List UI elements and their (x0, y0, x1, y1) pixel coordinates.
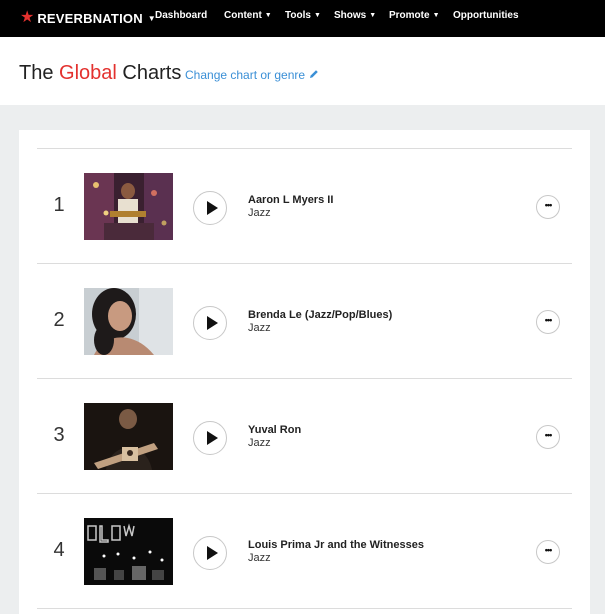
artist-thumbnail[interactable] (84, 403, 173, 470)
play-button[interactable] (193, 306, 227, 340)
ellipsis-icon: ••• (544, 545, 553, 555)
nav-item-label: Content (224, 10, 262, 21)
rank-number: 4 (53, 539, 65, 561)
ellipsis-icon: ••• (544, 200, 553, 210)
play-button[interactable] (193, 191, 227, 225)
change-chart-link[interactable]: Change chart or genre (185, 68, 319, 82)
brand-name: REVERBNATION (37, 10, 143, 26)
divider (37, 608, 572, 609)
chart-row: 1 Aaron L Myers II Jazz ••• (19, 148, 590, 263)
page-title: The Global Charts (19, 62, 181, 85)
nav-item-shows[interactable]: Shows ▼ (334, 10, 376, 21)
more-options-button[interactable]: ••• (536, 195, 560, 219)
chart-row: 4 Louis Prima Jr and the Witnesses Jazz … (19, 493, 590, 608)
artist-name[interactable]: Brenda Le (Jazz/Pop/Blues) (248, 309, 392, 321)
rank-number: 1 (53, 194, 65, 216)
ellipsis-icon: ••• (544, 430, 553, 440)
more-options-button[interactable]: ••• (536, 540, 560, 564)
more-options-button[interactable]: ••• (536, 425, 560, 449)
star-icon: ★ (20, 9, 35, 26)
brand-logo-menu[interactable]: ★ REVERBNATION ▼ (20, 9, 156, 27)
top-navigation-bar: ★ REVERBNATION ▼ Dashboard Content ▼ Too… (0, 0, 605, 37)
artist-thumbnail[interactable] (84, 173, 173, 240)
artist-thumbnail[interactable] (84, 518, 173, 585)
nav-item-label: Dashboard (155, 10, 208, 21)
play-button[interactable] (193, 421, 227, 455)
artist-name[interactable]: Yuval Ron (248, 424, 301, 436)
artist-genre: Jazz (248, 322, 271, 334)
rank-number: 2 (53, 309, 65, 331)
title-prefix: The (19, 62, 54, 84)
rank-number: 3 (53, 424, 65, 446)
nav-item-opportunities[interactable]: Opportunities (453, 10, 519, 21)
artist-genre: Jazz (248, 552, 271, 564)
nav-item-label: Opportunities (453, 10, 519, 21)
artist-name[interactable]: Louis Prima Jr and the Witnesses (248, 539, 424, 551)
play-button[interactable] (193, 536, 227, 570)
nav-item-label: Shows (334, 10, 367, 21)
artist-thumbnail[interactable] (84, 288, 173, 355)
chevron-down-icon: ▼ (369, 12, 377, 19)
change-chart-label: Change chart or genre (185, 68, 306, 82)
chart-row: 3 Yuval Ron Jazz ••• (19, 378, 590, 493)
nav-item-tools[interactable]: Tools ▼ (285, 10, 321, 21)
title-suffix: Charts (122, 62, 182, 84)
chevron-down-icon: ▼ (264, 12, 272, 19)
chevron-down-icon: ▼ (313, 12, 321, 19)
pencil-icon (309, 68, 319, 82)
chevron-down-icon: ▼ (432, 12, 440, 19)
chart-row: 2 Brenda Le (Jazz/Pop/Blues) Jazz ••• (19, 263, 590, 378)
artist-genre: Jazz (248, 437, 271, 449)
nav-item-content[interactable]: Content ▼ (224, 10, 272, 21)
nav-item-promote[interactable]: Promote ▼ (389, 10, 440, 21)
artist-genre: Jazz (248, 207, 271, 219)
ellipsis-icon: ••• (544, 315, 553, 325)
chart-card: 1 Aaron L Myers II Jazz ••• 2 Brenda Le … (19, 130, 590, 614)
artist-name[interactable]: Aaron L Myers II (248, 194, 333, 206)
more-options-button[interactable]: ••• (536, 310, 560, 334)
title-highlight: Global (59, 62, 117, 84)
nav-item-label: Tools (285, 10, 311, 21)
nav-item-label: Promote (389, 10, 430, 21)
nav-item-dashboard[interactable]: Dashboard (155, 10, 207, 21)
page-header: The Global Charts Change chart or genre (0, 37, 605, 105)
